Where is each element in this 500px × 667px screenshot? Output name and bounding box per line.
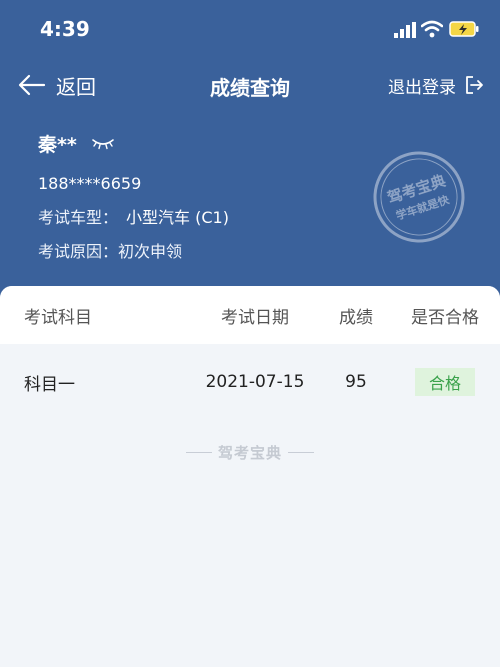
vehicle-type-row: 考试车型： 小型汽车 (C1): [38, 206, 229, 230]
exam-reason-value: 初次申领: [118, 242, 183, 261]
logout-icon: [466, 76, 483, 94]
header-pass: 是否合格: [411, 307, 479, 328]
wifi-icon: [421, 20, 443, 38]
row-date: 2021-07-15: [205, 372, 305, 392]
footer-divider-left: [185, 452, 212, 453]
navbar: 返回 成绩查询 退出登录: [0, 62, 500, 108]
pass-badge: 合格: [414, 368, 475, 396]
back-arrow-icon: [18, 74, 46, 96]
back-label: 返回: [56, 74, 96, 99]
footer-brand: 驾考宝典: [0, 442, 500, 463]
row-score: 95: [345, 372, 367, 392]
back-button[interactable]: 返回: [18, 70, 96, 100]
header-score: 成绩: [339, 307, 373, 328]
watermark-stamp: 驾考宝典 学车就是快: [373, 151, 465, 243]
exam-reason-label: 考试原因：: [38, 242, 119, 261]
row-pass-cell: 合格: [402, 344, 488, 420]
header: 4:39 返回 成绩查询 退出登录 秦** 188****6659 考试车型： …: [0, 0, 500, 320]
cellular-signal-icon: [394, 22, 416, 38]
user-name-row: 秦**: [38, 128, 229, 158]
user-name: 秦**: [38, 133, 77, 156]
vehicle-type-label: 考试车型：: [38, 208, 119, 227]
exam-reason-row: 考试原因：初次申领: [38, 240, 229, 264]
results-panel: 考试科目 考试日期 成绩 是否合格 科目一 2021-07-15 95 合格 驾…: [0, 286, 500, 667]
logout-label: 退出登录: [388, 77, 456, 98]
user-info: 秦** 188****6659 考试车型： 小型汽车 (C1) 考试原因：初次申领: [38, 128, 229, 264]
status-time: 4:39: [40, 17, 90, 41]
vehicle-type-value: 小型汽车 (C1): [126, 208, 229, 227]
row-subject: 科目一: [24, 374, 75, 395]
footer-brand-text: 驾考宝典: [217, 444, 282, 462]
table-header: 考试科目 考试日期 成绩 是否合格: [0, 286, 500, 344]
header-date: 考试日期: [221, 307, 289, 328]
user-phone: 188****6659: [38, 174, 142, 193]
battery-charging-icon: [449, 21, 479, 37]
status-bar: 4:39: [0, 0, 500, 58]
header-subject: 考试科目: [24, 307, 92, 328]
footer-divider-right: [288, 452, 314, 453]
eye-closed-icon[interactable]: [91, 135, 115, 151]
table-row[interactable]: 科目一 2021-07-15 95 合格: [0, 344, 500, 420]
logout-button[interactable]: 退出登录: [388, 72, 484, 98]
